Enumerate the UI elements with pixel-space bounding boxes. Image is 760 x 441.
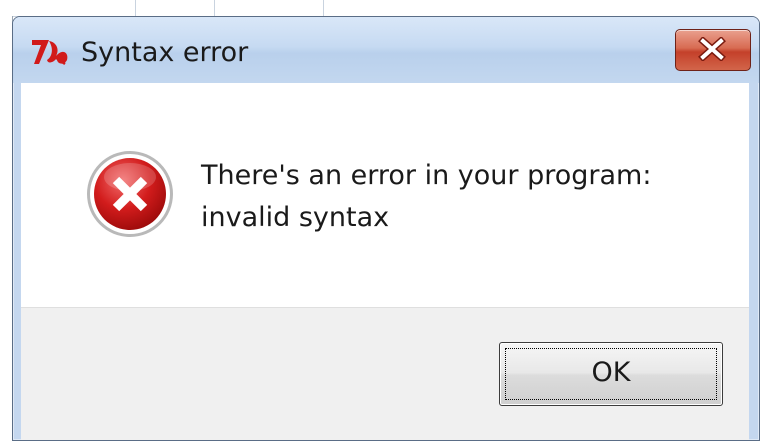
close-icon (698, 37, 726, 61)
error-message: There's an error in your program: invali… (201, 155, 651, 239)
tk-feather-icon (32, 40, 68, 66)
ok-button[interactable]: OK (499, 342, 723, 406)
window-title: Syntax error (81, 37, 249, 68)
syntax-error-dialog: Syntax error There's an error in your pr… (12, 16, 760, 441)
dialog-body: There's an error in your program: invali… (21, 83, 749, 440)
error-message-line-1: There's an error in your program: (201, 160, 652, 191)
ok-button-label: OK (591, 357, 631, 388)
title-bar[interactable]: Syntax error (13, 17, 759, 83)
error-message-line-2: invalid syntax (201, 202, 390, 233)
button-bar: OK (21, 307, 749, 440)
background-editor-strip (0, 0, 330, 17)
message-area: There's an error in your program: invali… (21, 83, 749, 307)
error-icon (87, 151, 173, 237)
close-button[interactable] (675, 29, 751, 71)
